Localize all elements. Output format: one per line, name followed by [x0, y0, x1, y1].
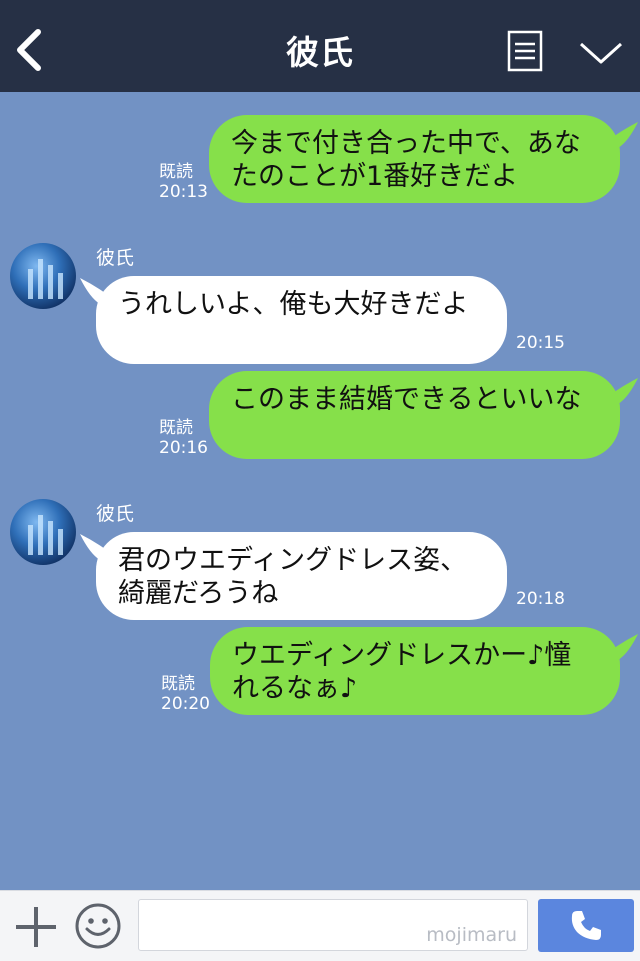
message-time: 20:20	[161, 694, 210, 714]
message-bubble[interactable]: ウエディングドレスかー♪憧れるなぁ♪	[210, 627, 620, 715]
message-time: 20:13	[159, 182, 208, 202]
chat-header: 彼氏	[0, 0, 640, 92]
sender-name: 彼氏	[96, 247, 135, 269]
message-list[interactable]: 既読 20:13 今まで付き合った中で、あなたのことが1番好きだよ 彼氏 うれし…	[0, 92, 640, 890]
input-bar: mojimaru	[0, 890, 640, 961]
avatar[interactable]	[10, 243, 76, 309]
message-input[interactable]: mojimaru	[138, 899, 528, 951]
read-receipt: 既読	[161, 674, 195, 694]
message-bubble[interactable]: うれしいよ、俺も大好きだよ	[96, 276, 507, 364]
menu-list-icon[interactable]	[507, 30, 543, 72]
call-button[interactable]	[538, 899, 634, 952]
watermark: mojimaru	[426, 924, 517, 946]
message-time: 20:16	[159, 438, 208, 458]
message-bubble[interactable]: 君のウエディングドレス姿、綺麗だろうね	[96, 532, 507, 620]
phone-icon	[571, 911, 601, 940]
smiley-icon[interactable]	[74, 902, 122, 950]
message-time: 20:15	[516, 333, 565, 353]
chat-title: 彼氏	[286, 33, 354, 72]
message-bubble[interactable]: このまま結婚できるといいな	[209, 371, 620, 459]
message-bubble[interactable]: 今まで付き合った中で、あなたのことが1番好きだよ	[209, 115, 620, 203]
chevron-down-icon[interactable]	[578, 38, 624, 68]
avatar[interactable]	[10, 499, 76, 565]
message-time: 20:18	[516, 589, 565, 609]
plus-icon[interactable]	[14, 905, 58, 949]
read-receipt: 既読	[159, 162, 193, 182]
sender-name: 彼氏	[96, 503, 135, 525]
read-receipt: 既読	[159, 418, 193, 438]
